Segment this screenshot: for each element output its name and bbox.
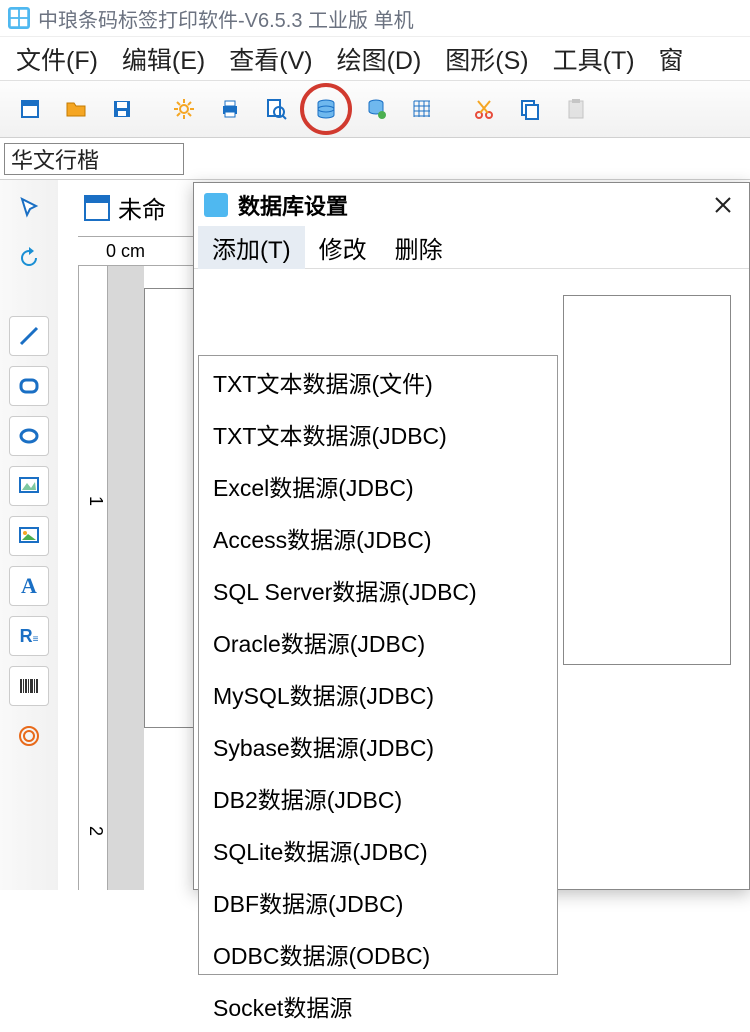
save-button[interactable] <box>100 87 144 131</box>
barcode-tool[interactable] <box>9 666 49 706</box>
copy-button[interactable] <box>508 87 552 131</box>
dd-sybase-jdbc[interactable]: Sybase数据源(JDBC) <box>199 720 557 772</box>
refresh-tool[interactable] <box>9 238 49 278</box>
ruler-vertical: 1 2 <box>78 266 108 890</box>
dd-sqlite-jdbc[interactable]: SQLite数据源(JDBC) <box>199 824 557 876</box>
dd-txt-jdbc[interactable]: TXT文本数据源(JDBC) <box>199 408 557 460</box>
menu-draw[interactable]: 绘图(D) <box>327 37 432 81</box>
dialog-preview-panel <box>563 295 731 665</box>
dd-excel-jdbc[interactable]: Excel数据源(JDBC) <box>199 460 557 512</box>
settings-button[interactable] <box>162 87 206 131</box>
menu-edit[interactable]: 编辑(E) <box>112 37 215 81</box>
titlebar: 中琅条码标签打印软件-V6.5.3 工业版 单机 <box>0 0 750 36</box>
image-color-tool[interactable] <box>9 516 49 556</box>
document-icon <box>84 195 110 221</box>
menu-shape[interactable]: 图形(S) <box>435 37 538 81</box>
database-settings-dialog: 数据库设置 添加(T) 修改 删除 TXT文本数据源(文件) TXT文本数据源(… <box>193 182 750 890</box>
rounded-rect-tool[interactable] <box>9 366 49 406</box>
dialog-menu-add[interactable]: 添加(T) <box>198 226 305 269</box>
dd-db2-jdbc[interactable]: DB2数据源(JDBC) <box>199 772 557 824</box>
text-R-tool[interactable]: R≡ <box>9 616 49 656</box>
dd-txt-file[interactable]: TXT文本数据源(文件) <box>199 356 557 408</box>
dd-mysql-jdbc[interactable]: MySQL数据源(JDBC) <box>199 668 557 720</box>
close-button[interactable] <box>707 189 739 221</box>
menu-window[interactable]: 窗 <box>649 37 694 81</box>
ellipse-tool[interactable] <box>9 416 49 456</box>
print-button[interactable] <box>208 87 252 131</box>
app-icon <box>8 7 30 29</box>
paste-button[interactable] <box>554 87 598 131</box>
dd-odbc[interactable]: ODBC数据源(ODBC) <box>199 928 557 980</box>
dd-socket[interactable]: Socket数据源 <box>199 980 557 1032</box>
menu-view[interactable]: 查看(V) <box>219 37 322 81</box>
print-preview-button[interactable] <box>254 87 298 131</box>
toolbar <box>0 80 750 138</box>
close-icon <box>714 196 732 214</box>
image-frame-tool[interactable] <box>9 466 49 506</box>
menu-tools[interactable]: 工具(T) <box>543 37 645 81</box>
db-connect-button[interactable] <box>354 87 398 131</box>
line-tool[interactable] <box>9 316 49 356</box>
ruler-v-tick-2: 2 <box>85 826 106 836</box>
left-toolbox: A R≡ <box>0 180 58 890</box>
document-tab[interactable]: 未命 <box>84 190 166 225</box>
grid-button[interactable] <box>400 87 444 131</box>
dd-oracle-jdbc[interactable]: Oracle数据源(JDBC) <box>199 616 557 668</box>
pointer-tool[interactable] <box>9 188 49 228</box>
ruler-v-tick-1: 1 <box>85 496 106 506</box>
dialog-menubar: 添加(T) 修改 删除 <box>194 227 749 269</box>
dialog-menu-delete[interactable]: 删除 <box>381 226 457 269</box>
dd-dbf-jdbc[interactable]: DBF数据源(JDBC) <box>199 876 557 928</box>
menubar: 文件(F) 编辑(E) 查看(V) 绘图(D) 图形(S) 工具(T) 窗 <box>0 36 750 80</box>
dialog-titlebar[interactable]: 数据库设置 <box>194 183 749 227</box>
cut-button[interactable] <box>462 87 506 131</box>
dialog-menu-edit[interactable]: 修改 <box>305 226 381 269</box>
document-tab-label: 未命 <box>118 190 166 225</box>
new-button[interactable] <box>8 87 52 131</box>
app-title: 中琅条码标签打印软件-V6.5.3 工业版 单机 <box>38 4 414 33</box>
database-button[interactable] <box>300 83 352 135</box>
qrcode-tool[interactable] <box>9 716 49 756</box>
dialog-body: TXT文本数据源(文件) TXT文本数据源(JDBC) Excel数据源(JDB… <box>194 269 749 889</box>
canvas-margin <box>108 266 144 890</box>
dialog-icon <box>204 193 228 217</box>
add-datasource-dropdown: TXT文本数据源(文件) TXT文本数据源(JDBC) Excel数据源(JDB… <box>198 355 558 975</box>
menu-file[interactable]: 文件(F) <box>6 37 108 81</box>
open-button[interactable] <box>54 87 98 131</box>
ruler-h-tick-0: 0 cm <box>106 241 145 262</box>
fontbar <box>0 138 750 180</box>
dialog-title: 数据库设置 <box>238 189 697 221</box>
dd-access-jdbc[interactable]: Access数据源(JDBC) <box>199 512 557 564</box>
dd-sqlserver-jdbc[interactable]: SQL Server数据源(JDBC) <box>199 564 557 616</box>
text-A-tool[interactable]: A <box>9 566 49 606</box>
font-name-combo[interactable] <box>4 143 184 175</box>
